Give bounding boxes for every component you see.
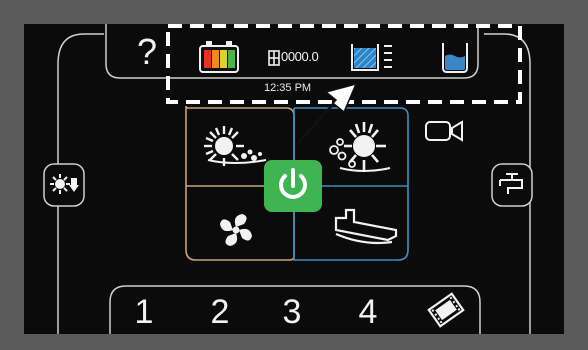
power-icon [279, 168, 307, 199]
preset-3-label: 3 [282, 293, 302, 331]
brush-down-button[interactable] [44, 164, 84, 206]
hour-meter: 0000.0 [268, 48, 330, 68]
battery-icon [199, 41, 239, 73]
solution-tank-level-icon [351, 44, 392, 71]
preset-2-label: 2 [210, 293, 230, 331]
brush-down-icon [50, 174, 79, 194]
camera-button[interactable] [422, 116, 468, 146]
recovery-tank-indicator[interactable] [438, 40, 472, 74]
water-faucet-button[interactable] [492, 164, 532, 206]
clock-time: 12:35 PM [264, 82, 312, 94]
hour-meter-value: 0000.0 [281, 49, 319, 64]
hour-meter-icon [268, 50, 280, 66]
preset-1-button[interactable]: 1 [132, 292, 156, 332]
power-button[interactable] [264, 160, 322, 212]
video-film-icon [427, 292, 465, 328]
solution-tank-indicator[interactable] [348, 40, 398, 74]
help-button[interactable]: ? [132, 32, 162, 72]
preset-1-label: 1 [134, 293, 154, 331]
water-faucet-icon [499, 173, 523, 194]
touch-screen: ? 0000.0 12:35 PM 1 2 3 4 [24, 24, 564, 334]
preset-2-button[interactable]: 2 [208, 292, 232, 332]
preset-3-button[interactable]: 3 [280, 292, 304, 332]
question-mark-icon: ? [136, 31, 158, 72]
camera-icon [425, 120, 463, 142]
preset-4-button[interactable]: 4 [356, 292, 380, 332]
preset-4-label: 4 [358, 293, 378, 331]
video-button[interactable] [426, 290, 466, 330]
recovery-tank-level-icon [442, 43, 468, 73]
battery-indicator[interactable] [198, 40, 242, 74]
